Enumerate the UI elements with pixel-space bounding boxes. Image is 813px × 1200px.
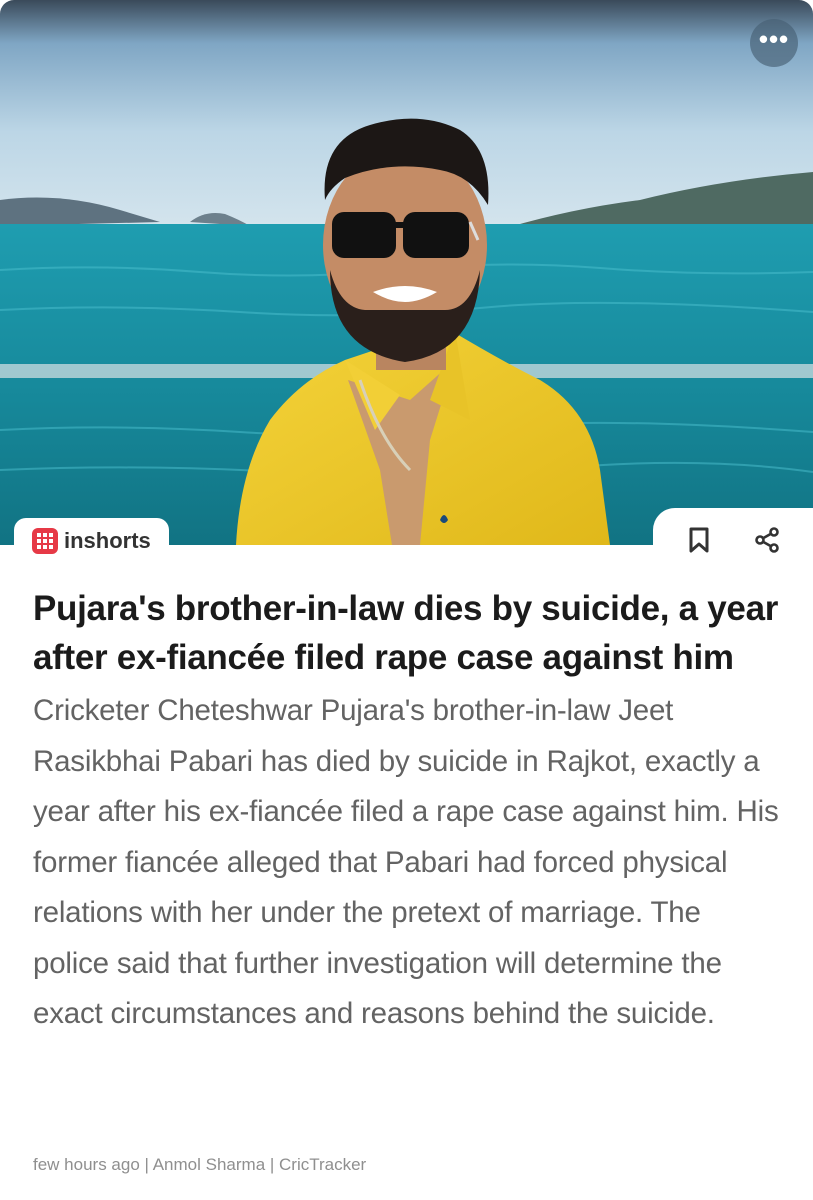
- bookmark-icon[interactable]: [684, 525, 714, 555]
- more-options-icon: •••: [758, 24, 790, 54]
- article-content: Pujara's brother-in-law dies by suicide,…: [33, 584, 783, 1040]
- brand-name: inshorts: [64, 528, 151, 553]
- share-icon[interactable]: [752, 525, 782, 555]
- hero-photo: [0, 0, 813, 545]
- card-actions: [653, 508, 813, 568]
- headline[interactable]: Pujara's brother-in-law dies by suicide,…: [33, 584, 783, 682]
- article-meta: few hours ago | Anmol Sharma | CricTrack…: [33, 1155, 367, 1174]
- more-options-button[interactable]: •••: [750, 19, 798, 67]
- news-card: ••• inshorts Pujara's brother-in-law die…: [0, 0, 813, 1200]
- inshorts-logo-icon: [32, 528, 58, 554]
- source-badge: inshorts: [14, 518, 169, 564]
- article-body: Cricketer Cheteshwar Pujara's brother-in…: [33, 694, 779, 1030]
